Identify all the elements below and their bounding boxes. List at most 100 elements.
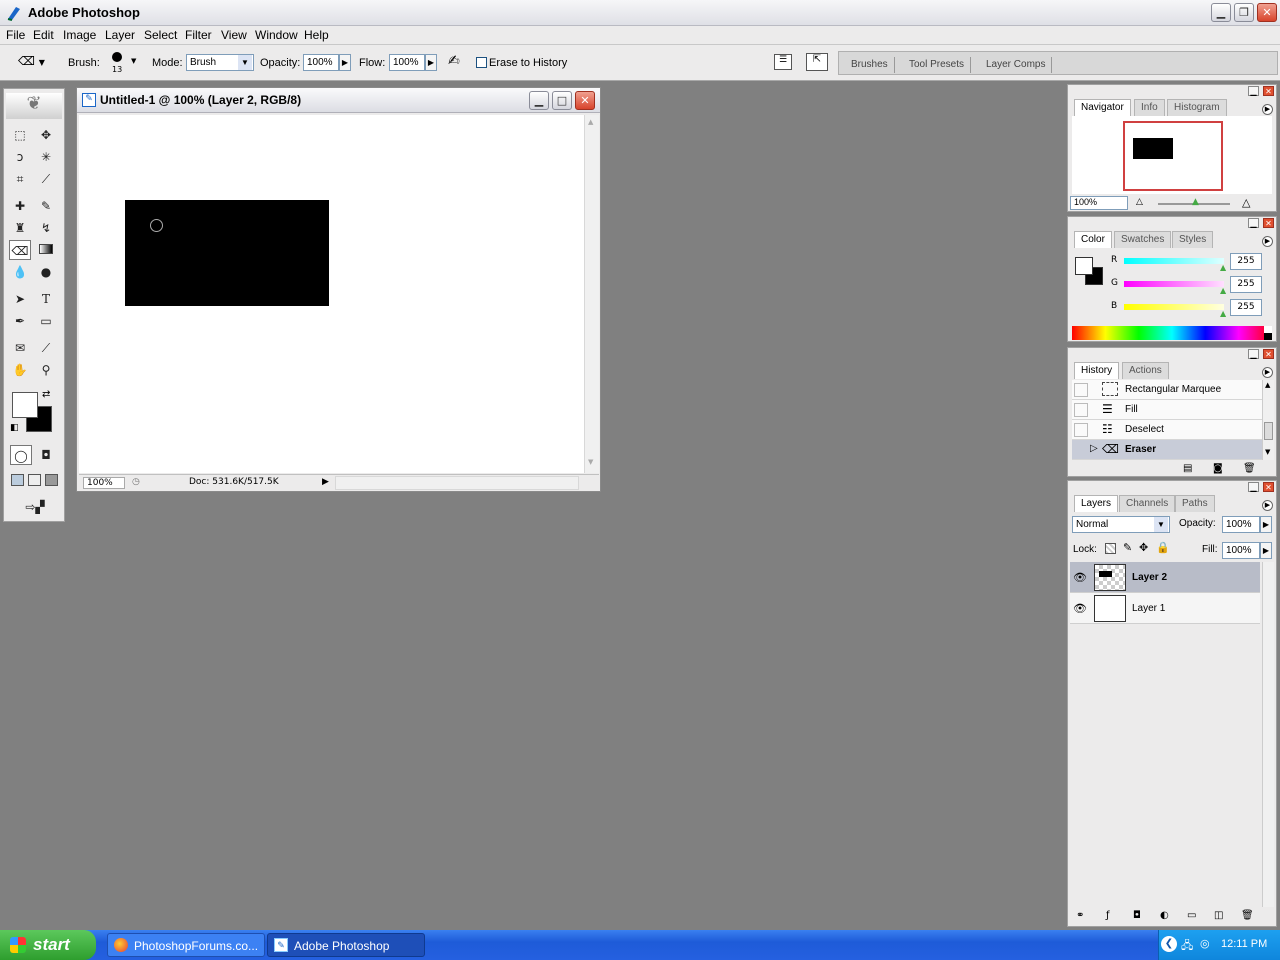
fill-slider-button[interactable]: ▶	[1260, 542, 1272, 559]
history-brush-icon[interactable]: ↯	[35, 218, 57, 238]
history-source-box[interactable]	[1074, 383, 1088, 397]
clone-stamp-icon[interactable]: ♜	[9, 218, 31, 238]
lock-transparency-icon[interactable]	[1105, 543, 1116, 554]
color-foreground-swatch[interactable]	[1075, 257, 1093, 275]
layers-close-button[interactable]: ✕	[1263, 482, 1274, 492]
lasso-tool-icon[interactable]: ↄ	[9, 147, 31, 167]
tab-actions[interactable]: Actions	[1122, 362, 1169, 379]
new-document-from-state-icon[interactable]: ▤	[1183, 463, 1192, 474]
menu-layer[interactable]: Layer	[105, 28, 135, 42]
flow-slider-button[interactable]: ▶	[425, 54, 437, 71]
opacity-slider-button[interactable]: ▶	[339, 54, 351, 71]
magic-wand-icon[interactable]: ✳	[35, 147, 57, 167]
status-menu-arrow-icon[interactable]: ▶	[322, 477, 329, 487]
history-item-fill[interactable]: ☰ Fill	[1072, 400, 1262, 420]
foreground-color-swatch[interactable]	[12, 392, 38, 418]
tab-channels[interactable]: Channels	[1119, 495, 1176, 512]
channel-g-thumb-icon[interactable]: ▲	[1220, 286, 1226, 295]
minimize-button[interactable]: ▁	[1211, 3, 1231, 22]
zoom-tool-icon[interactable]: ⚲	[35, 360, 57, 380]
notes-tool-icon[interactable]: ✉	[9, 338, 31, 358]
healing-brush-icon[interactable]: ✚	[9, 196, 31, 216]
well-tab-layer-comps[interactable]: Layer Comps	[980, 57, 1053, 73]
tool-preset-picker[interactable]: ⌫ ▼	[18, 54, 54, 72]
vertical-scrollbar[interactable]: ▲ ▼	[584, 115, 599, 473]
standard-mode-icon[interactable]: ◯	[10, 445, 32, 465]
eyedropper-icon[interactable]: ⟋	[35, 338, 57, 358]
zoom-field[interactable]: 100%	[83, 477, 125, 489]
quick-mask-icon[interactable]: ◘	[35, 445, 57, 465]
layer-mask-icon[interactable]: ◘	[1133, 910, 1141, 921]
menu-help[interactable]: Help	[304, 28, 329, 42]
menu-view[interactable]: View	[221, 28, 247, 42]
well-tab-tool-presets[interactable]: Tool Presets	[903, 57, 972, 73]
horizontal-scrollbar[interactable]	[335, 476, 579, 490]
brush-preview-icon[interactable]	[112, 52, 122, 62]
erase-history-checkbox[interactable]	[476, 57, 487, 68]
slice-tool-icon[interactable]: ⟋	[35, 169, 57, 189]
flow-input[interactable]: 100%	[389, 54, 425, 71]
layer-opacity-input[interactable]: 100%	[1222, 516, 1260, 533]
tab-styles[interactable]: Styles	[1172, 231, 1214, 248]
fill-input[interactable]: 100%	[1222, 542, 1260, 559]
navigator-zoom-slider[interactable]: ▲	[1158, 197, 1230, 207]
navigator-menu-icon[interactable]: ▶	[1262, 104, 1273, 115]
document-close-button[interactable]: ✕	[575, 91, 595, 110]
scroll-down-icon[interactable]: ▼	[1265, 448, 1270, 456]
layers-scrollbar[interactable]	[1262, 562, 1274, 907]
navigator-minimize-button[interactable]: ▁	[1248, 86, 1259, 96]
taskbar-item-photoshop[interactable]: ✎ Adobe Photoshop	[267, 933, 425, 957]
navigator-view-box[interactable]	[1123, 121, 1223, 191]
menu-window[interactable]: Window	[255, 28, 298, 42]
history-source-box[interactable]	[1074, 423, 1088, 437]
move-tool-icon[interactable]: ✥	[35, 125, 57, 145]
history-source-box[interactable]	[1074, 403, 1088, 417]
gradient-tool-icon[interactable]	[35, 240, 57, 260]
history-close-button[interactable]: ✕	[1263, 349, 1274, 359]
mode-select[interactable]: Brush ▼	[186, 54, 254, 71]
navigator-zoom-input[interactable]: 100%	[1070, 196, 1128, 210]
path-select-icon[interactable]: ➤	[9, 289, 31, 309]
start-button[interactable]: start	[0, 930, 96, 960]
scroll-up-icon[interactable]: ▲	[588, 118, 593, 126]
layer-row-layer-1[interactable]: 👁 Layer 1	[1070, 593, 1260, 624]
eye-icon[interactable]: 👁	[1073, 602, 1087, 615]
color-close-button[interactable]: ✕	[1263, 218, 1274, 228]
layer-row-layer-2[interactable]: 👁 Layer 2	[1070, 562, 1260, 593]
pen-tool-icon[interactable]: ✒	[9, 311, 31, 331]
default-colors-icon[interactable]: ◧	[10, 423, 19, 433]
tab-layers[interactable]: Layers	[1074, 495, 1119, 512]
blend-mode-select[interactable]: Normal ▼	[1072, 516, 1170, 533]
zoom-out-icon[interactable]: △	[1136, 197, 1143, 207]
tab-navigator[interactable]: Navigator	[1074, 99, 1131, 116]
hand-tool-icon[interactable]: ✋	[9, 360, 31, 380]
history-scrollbar[interactable]: ▲ ▼	[1262, 380, 1274, 460]
airbrush-icon[interactable]: ✍	[448, 53, 460, 69]
document-maximize-button[interactable]: □	[552, 91, 572, 110]
new-group-icon[interactable]: ▭	[1187, 910, 1196, 921]
lock-position-icon[interactable]: ✥	[1139, 541, 1148, 554]
taskbar-item-firefox[interactable]: PhotoshopForums.co...	[107, 933, 265, 957]
tab-history[interactable]: History	[1074, 362, 1120, 379]
layer-style-icon[interactable]: ƒ	[1106, 910, 1110, 921]
scroll-down-icon[interactable]: ▼	[588, 458, 593, 466]
channel-r-thumb-icon[interactable]: ▲	[1220, 263, 1226, 272]
menu-filter[interactable]: Filter	[185, 28, 212, 42]
opacity-input[interactable]: 100%	[303, 54, 339, 71]
delete-state-icon[interactable]: 🗑	[1243, 463, 1256, 474]
navigator-close-button[interactable]: ✕	[1263, 86, 1274, 96]
spectrum-white-black-swatch[interactable]	[1264, 326, 1272, 340]
history-item-deselect[interactable]: ☷ Deselect	[1072, 420, 1262, 440]
tab-color[interactable]: Color	[1074, 231, 1112, 248]
tab-paths[interactable]: Paths	[1175, 495, 1215, 512]
swap-colors-icon[interactable]: ⇄	[42, 389, 50, 400]
eraser-tool-icon[interactable]: ⌫	[9, 240, 31, 260]
dodge-tool-icon[interactable]: ●	[35, 262, 57, 282]
volume-icon[interactable]: ◎	[1200, 937, 1210, 950]
file-browser-icon[interactable]: ☰	[774, 54, 792, 70]
document-minimize-button[interactable]: ▁	[529, 91, 549, 110]
tab-swatches[interactable]: Swatches	[1114, 231, 1172, 248]
zoom-in-icon[interactable]: △	[1242, 196, 1250, 209]
new-layer-icon[interactable]: ◫	[1214, 910, 1223, 921]
canvas[interactable]	[79, 115, 584, 473]
